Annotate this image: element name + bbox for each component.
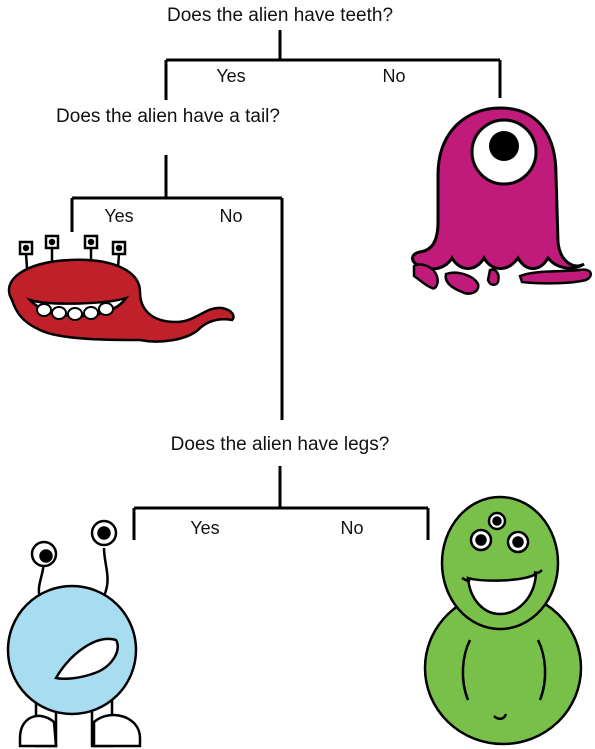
green-alien-illustration xyxy=(423,495,583,746)
question-teeth: Does the alien have teeth? xyxy=(167,5,393,26)
decision-tree: Does the alien have teeth? Yes No Does t… xyxy=(6,5,593,748)
red-alien-illustration xyxy=(7,234,235,343)
answer-legs-no: No xyxy=(340,518,363,538)
answer-tail-no: No xyxy=(219,206,242,226)
answer-teeth-yes: Yes xyxy=(216,66,245,86)
answer-tail-yes: Yes xyxy=(104,206,133,226)
answer-legs-yes: Yes xyxy=(190,518,219,538)
question-legs: Does the alien have legs? xyxy=(171,434,390,455)
blue-alien-illustration xyxy=(6,519,142,748)
magenta-alien-illustration xyxy=(411,106,593,295)
answer-teeth-no: No xyxy=(382,66,405,86)
magenta-alien-pupil xyxy=(489,131,519,161)
blue-alien-eyes xyxy=(30,519,118,568)
question-tail: Does the alien have a tail? xyxy=(56,106,280,127)
